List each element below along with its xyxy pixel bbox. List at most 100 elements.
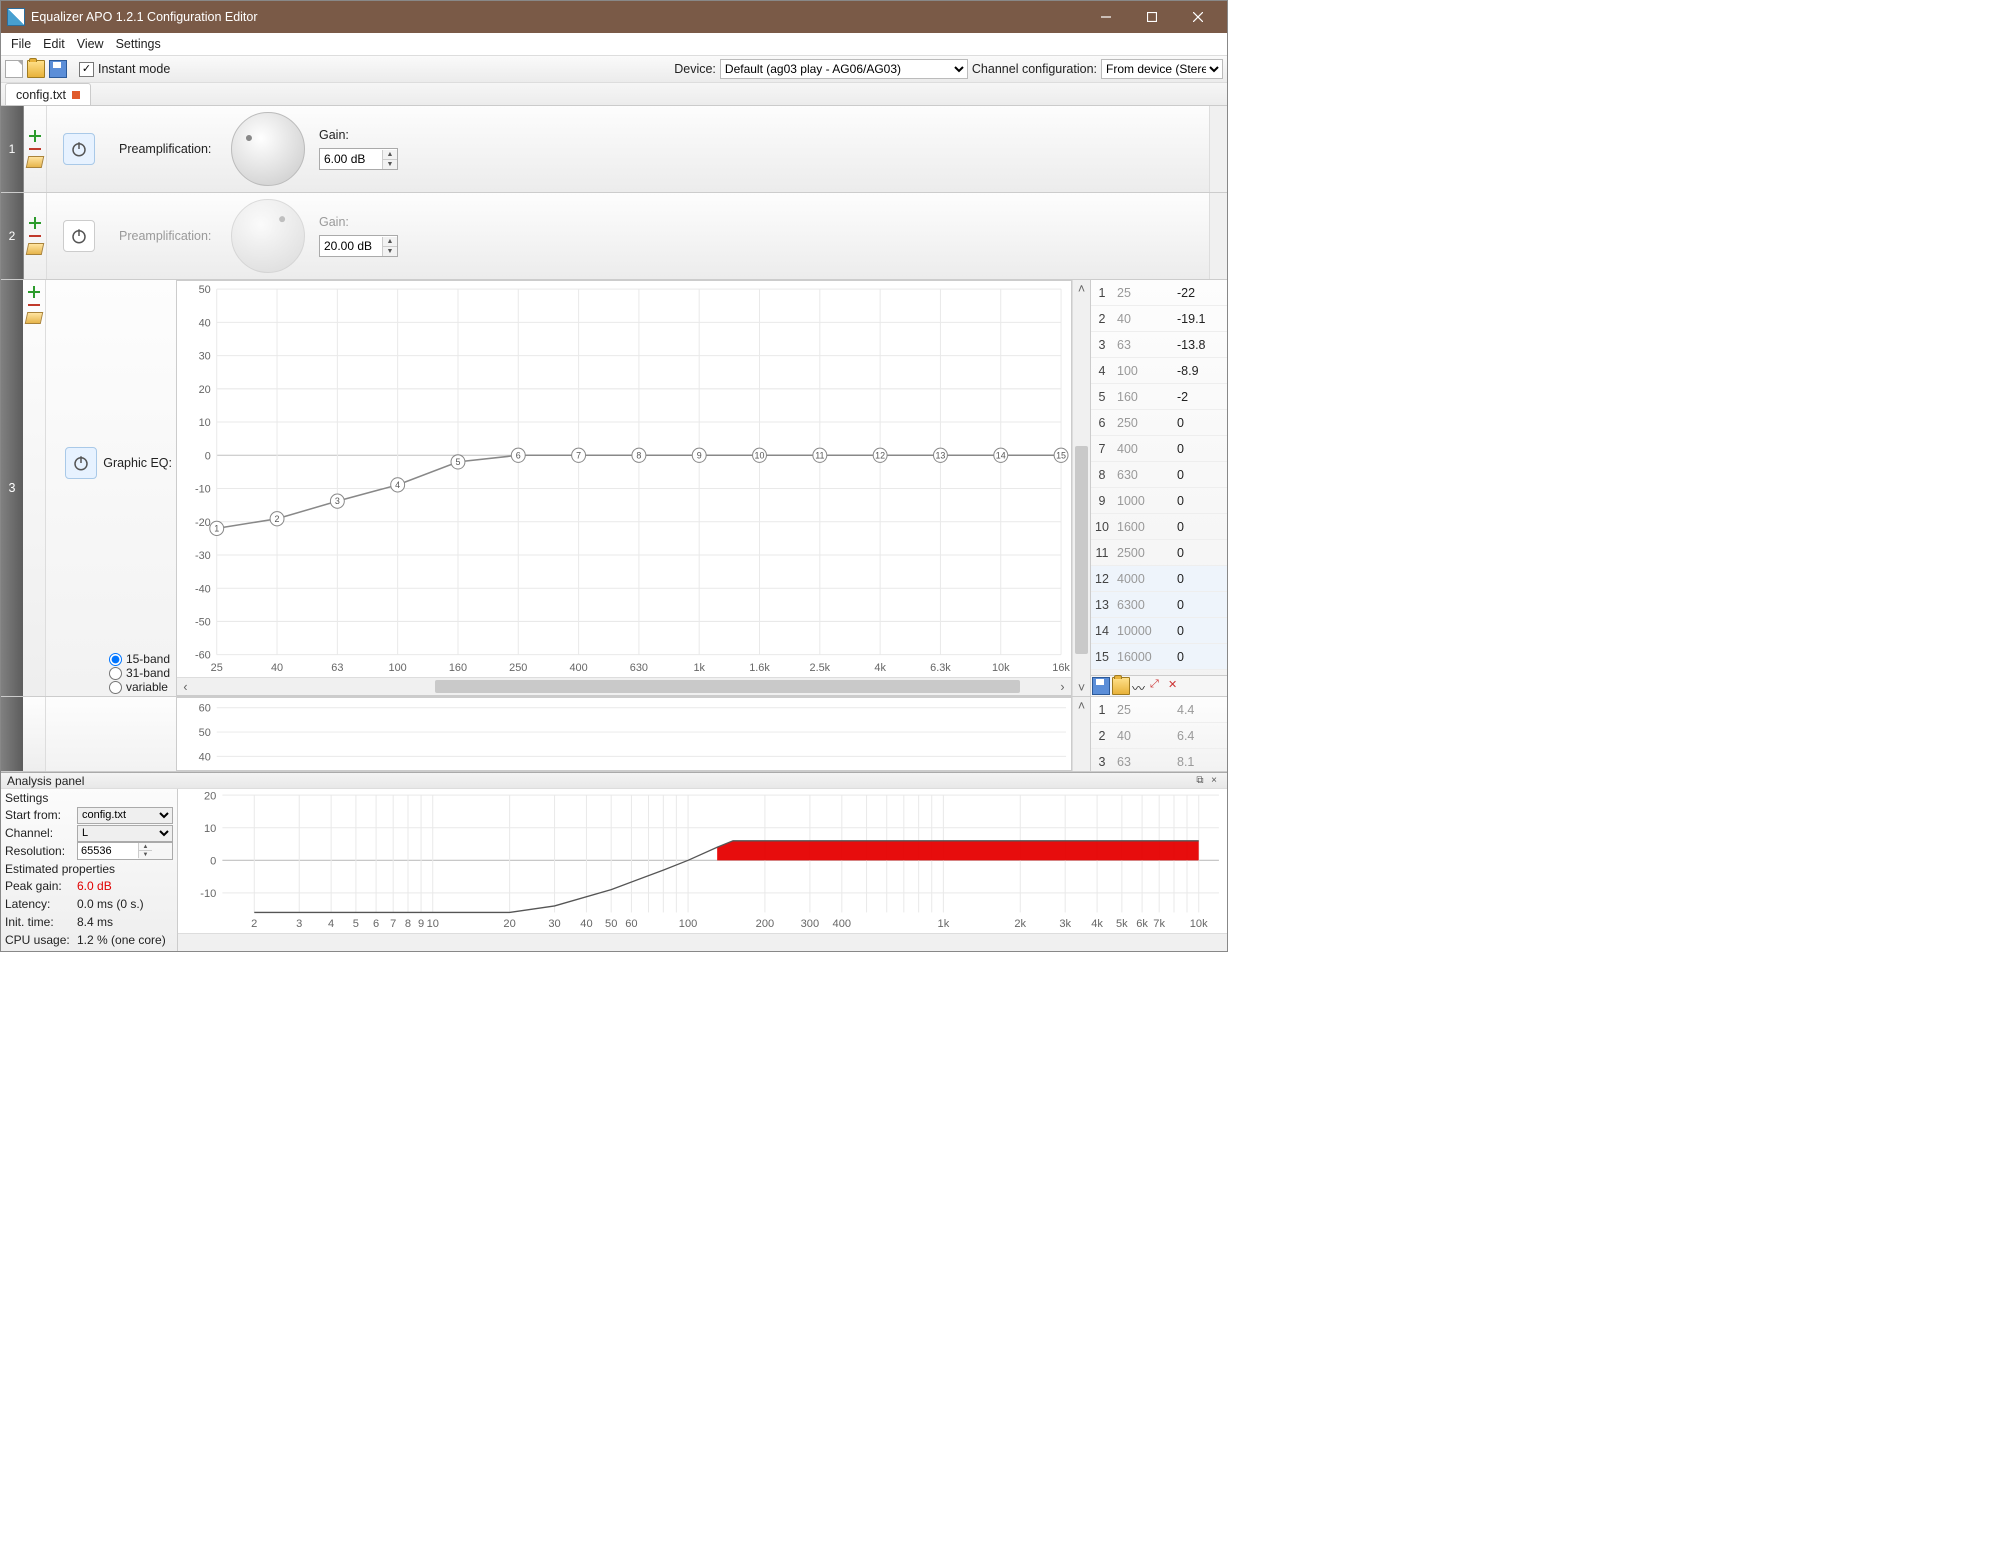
reset-icon[interactable]: ✕: [1168, 678, 1184, 694]
start-from-select[interactable]: config.txt: [77, 807, 173, 824]
maximize-button[interactable]: [1129, 1, 1175, 33]
band-row[interactable]: 12 4000 0: [1091, 566, 1227, 592]
band-mode-variable[interactable]: variable: [109, 680, 170, 694]
band-gain[interactable]: 0: [1173, 572, 1227, 586]
band-gain[interactable]: 0: [1173, 598, 1227, 612]
scroll-up-icon[interactable]: ˄: [1073, 697, 1090, 714]
add-filter-icon[interactable]: [29, 217, 41, 229]
band-row[interactable]: 8 630 0: [1091, 462, 1227, 488]
channel-select[interactable]: L: [77, 825, 173, 842]
band-row[interactable]: 7 400 0: [1091, 436, 1227, 462]
new-file-icon[interactable]: [5, 60, 23, 78]
band-freq[interactable]: 16000: [1113, 650, 1173, 664]
geq-horizontal-scrollbar[interactable]: ‹ ›: [177, 677, 1071, 695]
band-row[interactable]: 10 1600 0: [1091, 514, 1227, 540]
spin-up-icon[interactable]: ▲: [383, 237, 397, 247]
device-select[interactable]: Default (ag03 play - AG06/AG03): [720, 59, 968, 79]
row-scrollbar[interactable]: [1209, 106, 1227, 192]
remove-filter-icon[interactable]: [29, 235, 41, 237]
row-index[interactable]: 2: [1, 193, 24, 279]
geq2-vertical-scrollbar[interactable]: ˄: [1072, 697, 1090, 771]
close-button[interactable]: [1175, 1, 1221, 33]
band-gain[interactable]: -8.9: [1173, 364, 1227, 378]
scroll-left-icon[interactable]: ‹: [177, 678, 194, 695]
band-gain[interactable]: -2: [1173, 390, 1227, 404]
add-filter-icon[interactable]: [28, 286, 40, 298]
geq-chart[interactable]: 50403020100-10-20-30-40-50-6025406310016…: [176, 280, 1072, 696]
power-toggle[interactable]: [63, 220, 95, 252]
channel-config-select[interactable]: From device (Stereo): [1101, 59, 1223, 79]
band-freq[interactable]: 25: [1113, 286, 1173, 300]
gain-knob[interactable]: [231, 112, 305, 186]
remove-filter-icon[interactable]: [29, 148, 41, 150]
edit-filter-icon[interactable]: [26, 156, 45, 168]
band-row[interactable]: 9 1000 0: [1091, 488, 1227, 514]
band-gain[interactable]: -19.1: [1173, 312, 1227, 326]
close-panel-icon[interactable]: ×: [1207, 774, 1221, 788]
row-index[interactable]: 1: [1, 106, 24, 192]
edit-filter-icon[interactable]: [25, 312, 44, 324]
row-index[interactable]: 3: [1, 280, 23, 696]
band-freq[interactable]: 1000: [1113, 494, 1173, 508]
band-freq[interactable]: 4000: [1113, 572, 1173, 586]
band-freq[interactable]: 1600: [1113, 520, 1173, 534]
geq-vertical-scrollbar[interactable]: ˄ ˅: [1072, 280, 1090, 696]
band-gain[interactable]: -22: [1173, 286, 1227, 300]
band-row[interactable]: 3 63 -13.8: [1091, 332, 1227, 358]
scroll-right-icon[interactable]: ›: [1054, 678, 1071, 695]
band-row[interactable]: 4 100 -8.9: [1091, 358, 1227, 384]
normalize-icon[interactable]: ⤢: [1150, 678, 1166, 694]
tab-config[interactable]: config.txt: [5, 83, 91, 105]
menu-file[interactable]: File: [5, 35, 37, 53]
band-gain[interactable]: 0: [1173, 442, 1227, 456]
band-freq[interactable]: 630: [1113, 468, 1173, 482]
band-row[interactable]: 2406.4: [1091, 723, 1227, 749]
band-freq[interactable]: 250: [1113, 416, 1173, 430]
band-gain[interactable]: 0: [1173, 494, 1227, 508]
band-row[interactable]: 5 160 -2: [1091, 384, 1227, 410]
row-index[interactable]: [1, 697, 23, 771]
band-row[interactable]: 13 6300 0: [1091, 592, 1227, 618]
gain-knob[interactable]: [231, 199, 305, 273]
gain-input[interactable]: ▲▼: [319, 148, 398, 170]
band-freq[interactable]: 100: [1113, 364, 1173, 378]
spin-up-icon[interactable]: ▲: [383, 150, 397, 160]
spin-down-icon[interactable]: ▼: [383, 247, 397, 256]
scroll-down-icon[interactable]: ˅: [1073, 679, 1090, 696]
menu-view[interactable]: View: [71, 35, 110, 53]
band-row[interactable]: 15 16000 0: [1091, 644, 1227, 670]
band-freq[interactable]: 400: [1113, 442, 1173, 456]
menu-edit[interactable]: Edit: [37, 35, 71, 53]
band-freq[interactable]: 10000: [1113, 624, 1173, 638]
band-mode-15[interactable]: 15-band: [109, 652, 170, 666]
geq2-chart[interactable]: 605040: [176, 697, 1072, 771]
minimize-button[interactable]: [1083, 1, 1129, 33]
invert-icon[interactable]: 〰: [1132, 678, 1148, 694]
band-row[interactable]: 1 25 -22: [1091, 280, 1227, 306]
power-toggle[interactable]: [65, 447, 97, 479]
band-freq[interactable]: 160: [1113, 390, 1173, 404]
band-gain[interactable]: 0: [1173, 468, 1227, 482]
band-mode-31[interactable]: 31-band: [109, 666, 170, 680]
band-row[interactable]: 2 40 -19.1: [1091, 306, 1227, 332]
power-toggle[interactable]: [63, 133, 95, 165]
analysis-horizontal-scrollbar[interactable]: [178, 933, 1227, 951]
band-gain[interactable]: 0: [1173, 624, 1227, 638]
band-row[interactable]: 14 10000 0: [1091, 618, 1227, 644]
edit-filter-icon[interactable]: [26, 243, 45, 255]
band-freq[interactable]: 6300: [1113, 598, 1173, 612]
export-icon[interactable]: [1092, 677, 1110, 695]
import-icon[interactable]: [1112, 677, 1130, 695]
resolution-input[interactable]: ▲▼: [77, 842, 173, 860]
gain-input[interactable]: ▲▼: [319, 235, 398, 257]
band-gain[interactable]: -13.8: [1173, 338, 1227, 352]
band-row[interactable]: 3638.1: [1091, 749, 1227, 771]
analysis-chart[interactable]: 20100-1023456789102030405060100200300400…: [177, 789, 1227, 951]
save-file-icon[interactable]: [49, 60, 67, 78]
band-freq[interactable]: 63: [1113, 338, 1173, 352]
band-freq[interactable]: 40: [1113, 312, 1173, 326]
band-gain[interactable]: 0: [1173, 650, 1227, 664]
band-row[interactable]: 6 250 0: [1091, 410, 1227, 436]
spin-down-icon[interactable]: ▼: [383, 160, 397, 169]
band-row[interactable]: 11 2500 0: [1091, 540, 1227, 566]
